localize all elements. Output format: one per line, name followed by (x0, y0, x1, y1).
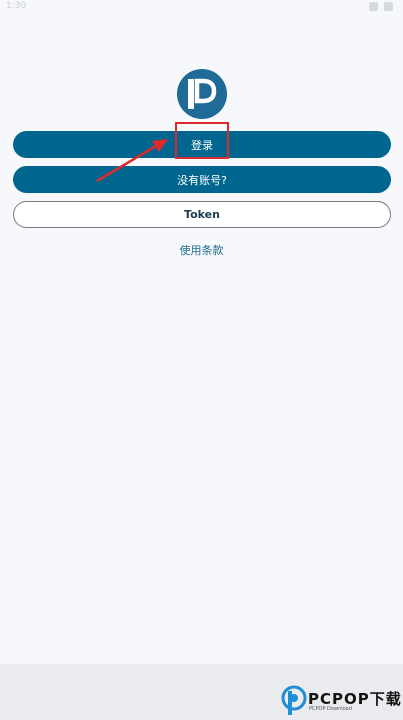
watermark-sub: PCPOP Download (309, 706, 352, 712)
login-screen: 1:30 登录 没有账号? Token 使用条款 PCPOP下载 PCPOP D… (0, 0, 403, 720)
annotation-arrow-icon (96, 139, 168, 183)
